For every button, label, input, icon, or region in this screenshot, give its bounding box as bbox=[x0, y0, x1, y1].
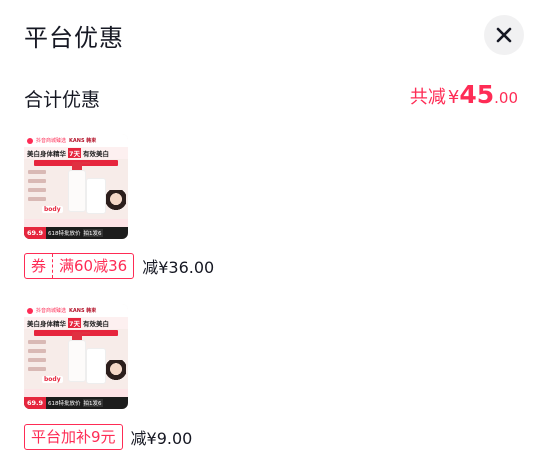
bottle-icon bbox=[86, 178, 106, 214]
image-headline-c: 有效美白 bbox=[83, 150, 110, 158]
total-prefix: 共减 bbox=[409, 87, 446, 108]
image-price: 69.9 bbox=[24, 397, 47, 409]
discount-row: 平台加补9元 减¥9.00 bbox=[24, 424, 192, 450]
image-promo-b: 拍1发6 bbox=[82, 399, 103, 407]
image-headline-a: 美白身体精华 bbox=[27, 150, 66, 158]
bottle-icon bbox=[68, 340, 86, 382]
total-currency: ¥ bbox=[447, 87, 460, 108]
coupon-badge: 券 满60减36 bbox=[24, 253, 135, 279]
image-brand: KANS 韩束 bbox=[69, 138, 97, 144]
discount-amount: 减¥9.00 bbox=[130, 429, 193, 448]
image-price-strip: 69.9 618特批放价 拍1发6 bbox=[24, 397, 128, 409]
image-stat-bars bbox=[28, 340, 46, 371]
image-headline: 美白身体精华 7天 有效美白 bbox=[24, 147, 128, 159]
bottle-icon bbox=[68, 170, 86, 212]
total-discount-label: 合计优惠 bbox=[24, 89, 101, 111]
total-amount-integer: 45 bbox=[459, 80, 495, 109]
bottle-icon bbox=[86, 348, 106, 384]
image-top-band: 抖音商城臻选 KANS 韩束 bbox=[24, 134, 128, 147]
discount-row: 券 满60减36 减¥36.00 bbox=[24, 253, 214, 279]
total-discount-amount: 共减 ¥ 45 .00 bbox=[410, 80, 518, 109]
platform-subsidy-badge: 平台加补9元 bbox=[24, 424, 123, 450]
image-store-name: 抖音商城臻选 bbox=[36, 308, 67, 314]
image-promo-a: 618特批放价 bbox=[48, 231, 81, 237]
image-stat-bars bbox=[28, 170, 46, 201]
image-top-band: 抖音商城臻选 KANS 韩束 bbox=[24, 304, 128, 317]
image-body-tag: body bbox=[42, 206, 63, 213]
model-portrait bbox=[106, 360, 126, 386]
image-price: 69.9 bbox=[24, 227, 47, 239]
image-body-tag: body bbox=[42, 376, 63, 383]
discount-amount: 减¥36.00 bbox=[142, 258, 215, 277]
store-logo-icon bbox=[27, 137, 33, 144]
image-headline: 美白身体精华 7天 有效美白 bbox=[24, 317, 128, 329]
image-headline-a: 美白身体精华 bbox=[27, 320, 66, 328]
image-headline-c: 有效美白 bbox=[83, 320, 110, 328]
coupon-kind: 券 bbox=[25, 254, 54, 278]
image-promo-a: 618特批放价 bbox=[48, 401, 81, 407]
close-button[interactable] bbox=[484, 15, 524, 55]
model-portrait bbox=[106, 190, 126, 216]
image-promo-b: 拍1发6 bbox=[82, 229, 103, 237]
close-icon bbox=[496, 27, 512, 43]
image-price-strip: 69.9 618特批放价 拍1发6 bbox=[24, 227, 128, 239]
product-image: 抖音商城臻选 KANS 韩束 美白身体精华 7天 有效美白 body 69.9 … bbox=[24, 304, 128, 409]
image-headline-b: 7天 bbox=[68, 318, 82, 328]
coupon-condition: 满60减36 bbox=[59, 257, 128, 275]
product-image: 抖音商城臻选 KANS 韩束 美白身体精华 7天 有效美白 body 69.9 … bbox=[24, 134, 128, 239]
store-logo-icon bbox=[27, 307, 33, 314]
image-brand: KANS 韩束 bbox=[69, 308, 97, 314]
image-store-name: 抖音商城臻选 bbox=[36, 138, 67, 144]
image-headline-b: 7天 bbox=[68, 148, 82, 158]
total-amount-decimal: .00 bbox=[494, 89, 518, 107]
page-title: 平台优惠 bbox=[24, 24, 124, 52]
